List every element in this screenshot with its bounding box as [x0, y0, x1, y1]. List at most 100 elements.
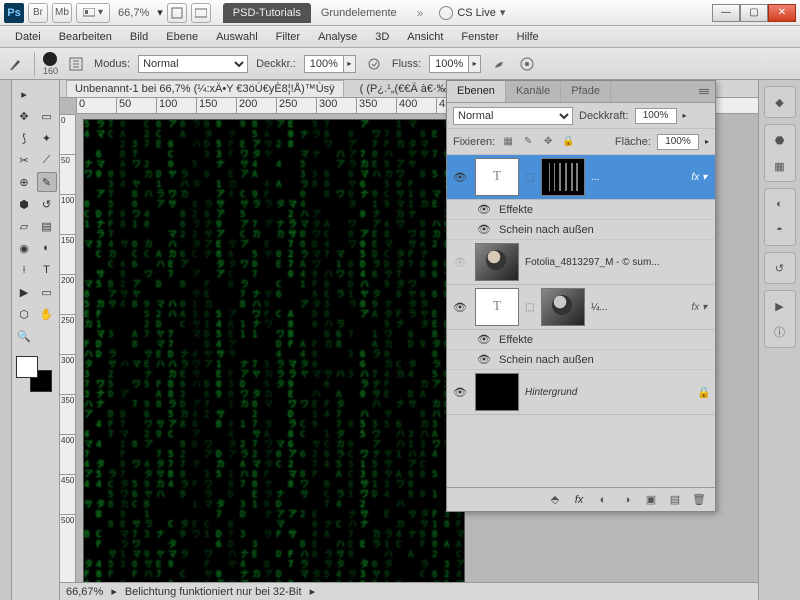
fill-input[interactable]	[657, 134, 699, 150]
opacity-input[interactable]	[304, 55, 344, 73]
layer-thumbnail[interactable]: T	[475, 158, 519, 196]
visibility-toggle-icon[interactable]: 👁	[451, 253, 469, 271]
delete-layer-icon[interactable]: 🗑	[691, 492, 707, 508]
tablet-size-icon[interactable]	[517, 54, 537, 74]
brush-tool-preset-icon[interactable]	[6, 54, 26, 74]
info-panel-icon[interactable]: ⓘ	[768, 320, 792, 344]
layer-mask-thumbnail[interactable]	[541, 288, 585, 326]
move-tool[interactable]: ✥	[14, 106, 34, 126]
adjustments-panel-icon[interactable]: ◐	[768, 192, 792, 216]
foreground-color-swatch[interactable]	[16, 356, 38, 378]
minibridge-button[interactable]: Mb	[52, 3, 72, 23]
menu-analyse[interactable]: Analyse	[309, 28, 366, 46]
menu-hilfe[interactable]: Hilfe	[508, 28, 548, 46]
visibility-toggle-icon[interactable]: 👁	[477, 203, 491, 217]
lock-all-icon[interactable]: 🔒	[561, 135, 575, 149]
stamp-tool[interactable]: ⬢	[14, 194, 34, 214]
flow-arrow-icon[interactable]: ▸	[469, 55, 481, 73]
mask-link-icon[interactable]: ⬚	[525, 302, 535, 313]
adjustment-layer-icon[interactable]: ◑	[619, 492, 635, 508]
menu-ebene[interactable]: Ebene	[157, 28, 207, 46]
layer-opacity-input[interactable]	[635, 108, 677, 124]
layer-effects-row[interactable]: 👁Effekte	[447, 330, 715, 350]
shape-tool[interactable]: ▭	[37, 282, 57, 302]
tools-collapse-icon[interactable]: ▸	[14, 84, 34, 104]
swatches-panel-icon[interactable]: ⬣	[768, 128, 792, 152]
dodge-tool[interactable]: ◐	[37, 238, 57, 258]
blend-mode-select[interactable]: Normal	[138, 55, 248, 73]
menu-bearbeiten[interactable]: Bearbeiten	[50, 28, 121, 46]
visibility-toggle-icon[interactable]: 👁	[477, 353, 491, 367]
menu-auswahl[interactable]: Auswahl	[207, 28, 267, 46]
airbrush-icon[interactable]	[489, 54, 509, 74]
layer-mask-thumbnail[interactable]	[541, 158, 585, 196]
layer-blend-mode-select[interactable]: Normal	[453, 107, 573, 125]
menu-3d[interactable]: 3D	[366, 28, 398, 46]
lock-transparency-icon[interactable]: ▦	[501, 135, 515, 149]
tab-pfade[interactable]: Pfade	[561, 81, 611, 102]
view-extras-button[interactable]: ▾	[76, 3, 110, 23]
menu-fenster[interactable]: Fenster	[452, 28, 507, 46]
blur-tool[interactable]: ◉	[14, 238, 34, 258]
layer-fx-badge[interactable]: fx ▾	[691, 302, 711, 313]
tab-ebenen[interactable]: Ebenen	[447, 81, 506, 102]
layer-name[interactable]: ...	[591, 172, 685, 183]
brush-panel-toggle-icon[interactable]	[66, 54, 86, 74]
marquee-tool[interactable]: ▭	[37, 106, 57, 126]
visibility-toggle-icon[interactable]: 👁	[451, 298, 469, 316]
visibility-toggle-icon[interactable]: 👁	[451, 383, 469, 401]
mask-link-icon[interactable]: ⬚	[525, 172, 535, 183]
layer-row[interactable]: 👁 T ⬚ ¼... fx ▾	[447, 285, 715, 330]
zoom-level-display[interactable]: 66,7%	[114, 7, 153, 19]
brush-preview-icon[interactable]	[43, 52, 57, 66]
menu-ansicht[interactable]: Ansicht	[398, 28, 452, 46]
workspace-tab-grundelemente[interactable]: Grundelemente	[311, 3, 407, 23]
hand-tool[interactable]: ✋	[37, 304, 57, 324]
layer-effect-outer-glow[interactable]: 👁Schein nach außen	[447, 220, 715, 240]
layer-effects-row[interactable]: 👁Effekte	[447, 200, 715, 220]
bridge-button[interactable]: Br	[28, 3, 48, 23]
layer-name[interactable]: ¼...	[591, 302, 685, 313]
3d-tool[interactable]: ⬡	[14, 304, 34, 324]
lock-position-icon[interactable]: ✥	[541, 135, 555, 149]
layer-row[interactable]: 👁 T ⬚ ... fx ▾	[447, 155, 715, 200]
panel-menu-icon[interactable]	[693, 81, 715, 102]
layer-name[interactable]: Fotolia_4813297_M - © sum...	[525, 257, 711, 268]
flow-input[interactable]	[429, 55, 469, 73]
new-layer-icon[interactable]: ▤	[667, 492, 683, 508]
layer-name[interactable]: Hintergrund	[525, 387, 691, 398]
menu-filter[interactable]: Filter	[267, 28, 309, 46]
crop-tool[interactable]: ✂	[14, 150, 34, 170]
minimize-button[interactable]: —	[712, 4, 740, 22]
layer-effect-outer-glow[interactable]: 👁Schein nach außen	[447, 350, 715, 370]
group-icon[interactable]: ▣	[643, 492, 659, 508]
link-layers-icon[interactable]: ⬘	[547, 492, 563, 508]
layer-mask-icon[interactable]: ◐	[595, 492, 611, 508]
history-brush-tool[interactable]: ↺	[37, 194, 57, 214]
document-tab[interactable]: Unbenannt-1 bei 66,7% (¼:xÄ•Y €3öÚ€yÈ8¦!…	[66, 80, 344, 97]
path-select-tool[interactable]: ▶	[14, 282, 34, 302]
actions-panel-icon[interactable]: ▶	[768, 294, 792, 318]
color-panel-icon[interactable]: ◆	[768, 90, 792, 114]
eraser-tool[interactable]: ▱	[14, 216, 34, 236]
tablet-opacity-icon[interactable]	[364, 54, 384, 74]
view-rulers-button[interactable]	[167, 3, 187, 23]
layer-row[interactable]: 👁 Hintergrund 🔒	[447, 370, 715, 415]
color-swatches[interactable]	[14, 354, 57, 392]
opacity-arrow-icon[interactable]: ▸	[344, 55, 356, 73]
visibility-toggle-icon[interactable]: 👁	[477, 333, 491, 347]
ruler-vertical[interactable]: 050100150200250300350400450500	[60, 114, 76, 582]
tab-kanaele[interactable]: Kanäle	[506, 81, 561, 102]
type-tool[interactable]: T	[37, 260, 57, 280]
close-button[interactable]: ✕	[768, 4, 796, 22]
layer-thumbnail[interactable]	[475, 373, 519, 411]
layer-thumbnail[interactable]	[475, 243, 519, 281]
menu-bild[interactable]: Bild	[121, 28, 157, 46]
pen-tool[interactable]: ⟊	[14, 260, 34, 280]
cslive-button[interactable]: CS Live▾	[439, 6, 505, 20]
eyedropper-tool[interactable]: ⟋	[37, 150, 57, 170]
workspace-overflow-icon[interactable]: »	[411, 6, 430, 20]
magic-wand-tool[interactable]: ✦	[37, 128, 57, 148]
menu-datei[interactable]: Datei	[6, 28, 50, 46]
gradient-tool[interactable]: ▤	[37, 216, 57, 236]
